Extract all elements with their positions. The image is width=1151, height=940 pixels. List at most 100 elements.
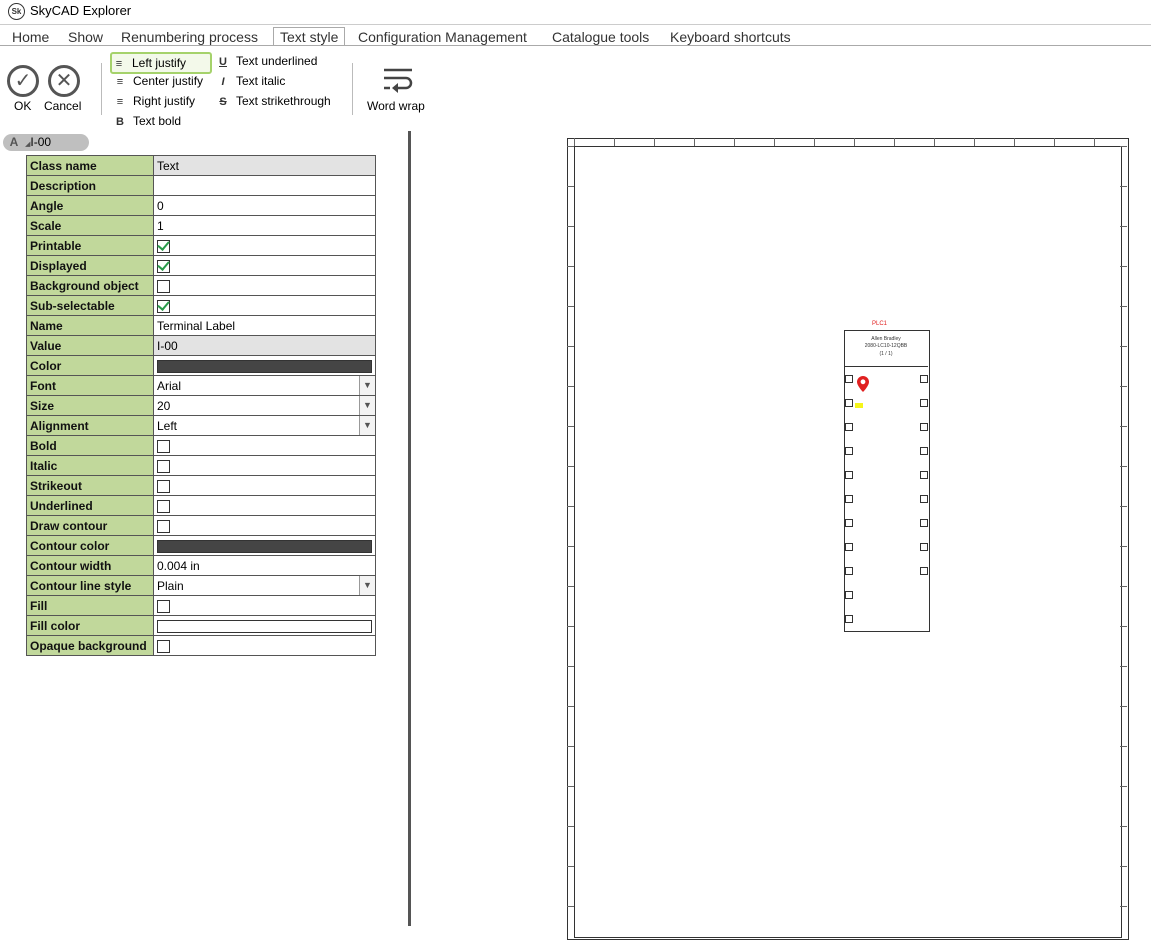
- chevron-down-icon[interactable]: ▼: [359, 416, 375, 435]
- terminal-input[interactable]: [845, 615, 853, 623]
- name-field[interactable]: Terminal Label: [153, 315, 376, 336]
- sub-selectable-checkbox[interactable]: [157, 299, 170, 313]
- ruler-tick: [1120, 466, 1127, 467]
- cancel-button[interactable]: Cancel: [44, 99, 81, 113]
- terminal-input[interactable]: [845, 591, 853, 599]
- angle-field[interactable]: 0: [153, 195, 376, 216]
- terminal-input[interactable]: [845, 471, 853, 479]
- cancel-x-icon[interactable]: ✕: [48, 65, 80, 97]
- property-key: Size: [26, 395, 154, 416]
- word-wrap-icon[interactable]: [382, 66, 414, 94]
- strikeout-checkbox[interactable]: [157, 479, 170, 493]
- value-field[interactable]: I-00: [153, 335, 376, 356]
- terminal-input[interactable]: [845, 375, 853, 383]
- property-key: Printable: [26, 235, 154, 256]
- terminal-output[interactable]: [920, 543, 928, 551]
- font-dropdown[interactable]: Arial ▼: [153, 375, 376, 396]
- property-row: Bold: [26, 435, 376, 456]
- terminal-input[interactable]: [845, 495, 853, 503]
- ruler-tick: [934, 138, 935, 146]
- ok-button[interactable]: OK: [14, 99, 31, 113]
- terminal-input[interactable]: [845, 519, 853, 527]
- draw-contour-checkbox[interactable]: [157, 519, 170, 533]
- terminal-output[interactable]: [920, 567, 928, 575]
- tab-catalogue-tools[interactable]: Catalogue tools: [546, 28, 655, 46]
- fill-color-swatch[interactable]: [157, 619, 372, 633]
- terminal-input[interactable]: [845, 543, 853, 551]
- scale-field[interactable]: 1: [153, 215, 376, 236]
- ruler-tick: [1120, 706, 1127, 707]
- ruler-tick: [567, 746, 574, 747]
- size-value: 20: [157, 398, 171, 413]
- selected-object-chip[interactable]: A ◢I-00: [3, 134, 89, 151]
- ruler-tick: [567, 346, 574, 347]
- text-strikethrough-button[interactable]: S Text strikethrough: [216, 92, 331, 110]
- ruler-tick: [774, 138, 775, 146]
- contour-color-swatch[interactable]: [157, 539, 372, 553]
- background-object-checkbox[interactable]: [157, 279, 170, 293]
- property-key: Italic: [26, 455, 154, 476]
- tab-home[interactable]: Home: [6, 28, 55, 46]
- italic-checkbox[interactable]: [157, 459, 170, 473]
- class-name-value: Text: [153, 155, 376, 176]
- italic-icon: I: [221, 76, 225, 88]
- ruler-tick: [814, 138, 815, 146]
- property-row: Opaque background: [26, 635, 376, 656]
- center-justify-button[interactable]: ≡ Center justify: [113, 72, 203, 90]
- sheet-ruler-top: [574, 138, 1120, 146]
- bold-checkbox[interactable]: [157, 439, 170, 453]
- displayed-checkbox[interactable]: [157, 259, 170, 273]
- ruler-tick: [567, 826, 574, 827]
- color-swatch[interactable]: [157, 359, 372, 373]
- size-dropdown[interactable]: 20 ▼: [153, 395, 376, 416]
- ruler-tick: [854, 138, 855, 146]
- chevron-down-icon[interactable]: ▼: [359, 576, 375, 595]
- selected-label-highlight[interactable]: [855, 403, 863, 408]
- tab-text-style[interactable]: Text style: [273, 27, 346, 47]
- text-strikethrough-label: Text strikethrough: [236, 94, 331, 108]
- terminal-input[interactable]: [845, 423, 853, 431]
- printable-checkbox[interactable]: [157, 239, 170, 253]
- terminal-output[interactable]: [920, 471, 928, 479]
- opaque-background-checkbox[interactable]: [157, 639, 170, 653]
- terminal-output[interactable]: [920, 519, 928, 527]
- text-bold-button[interactable]: B Text bold: [113, 112, 181, 130]
- terminal-output[interactable]: [920, 495, 928, 503]
- ok-check-icon[interactable]: ✓: [7, 65, 39, 97]
- terminal-output[interactable]: [920, 447, 928, 455]
- tab-configuration-management[interactable]: Configuration Management: [352, 28, 533, 46]
- terminal-output[interactable]: [920, 423, 928, 431]
- right-justify-button[interactable]: ≡ Right justify: [113, 92, 195, 110]
- location-pin-icon: [857, 376, 869, 395]
- tab-renumbering-process[interactable]: Renumbering process: [115, 28, 264, 46]
- text-underlined-button[interactable]: U Text underlined: [216, 52, 317, 70]
- terminal-input[interactable]: [845, 567, 853, 575]
- chevron-down-icon[interactable]: ▼: [359, 376, 375, 395]
- terminal-input[interactable]: [845, 399, 853, 407]
- description-field[interactable]: [153, 175, 376, 196]
- ruler-tick: [567, 386, 574, 387]
- left-justify-button[interactable]: ≡ Left justify: [110, 52, 212, 74]
- plc-page: (1 / 1): [879, 351, 893, 357]
- ruler-tick: [567, 266, 574, 267]
- property-grid: Class name Text Description Angle 0 Scale 1…: [26, 155, 376, 656]
- align-left-icon: ≡: [115, 58, 123, 70]
- tab-show[interactable]: Show: [62, 28, 109, 46]
- terminal-output[interactable]: [920, 399, 928, 407]
- tab-keyboard-shortcuts[interactable]: Keyboard shortcuts: [664, 28, 797, 46]
- chevron-down-icon[interactable]: ▼: [359, 396, 375, 415]
- underlined-checkbox[interactable]: [157, 499, 170, 513]
- terminal-input[interactable]: [845, 447, 853, 455]
- ruler-tick: [567, 226, 574, 227]
- alignment-dropdown[interactable]: Left ▼: [153, 415, 376, 436]
- contour-width-field[interactable]: 0.004 in: [153, 555, 376, 576]
- text-underlined-label: Text underlined: [236, 54, 318, 68]
- ruler-tick: [567, 906, 574, 907]
- fill-checkbox[interactable]: [157, 599, 170, 613]
- align-right-icon: ≡: [116, 96, 124, 108]
- word-wrap-button[interactable]: Word wrap: [367, 99, 425, 113]
- text-italic-button[interactable]: I Text italic: [216, 72, 285, 90]
- terminal-output[interactable]: [920, 375, 928, 383]
- contour-line-style-dropdown[interactable]: Plain ▼: [153, 575, 376, 596]
- ruler-tick: [1120, 586, 1127, 587]
